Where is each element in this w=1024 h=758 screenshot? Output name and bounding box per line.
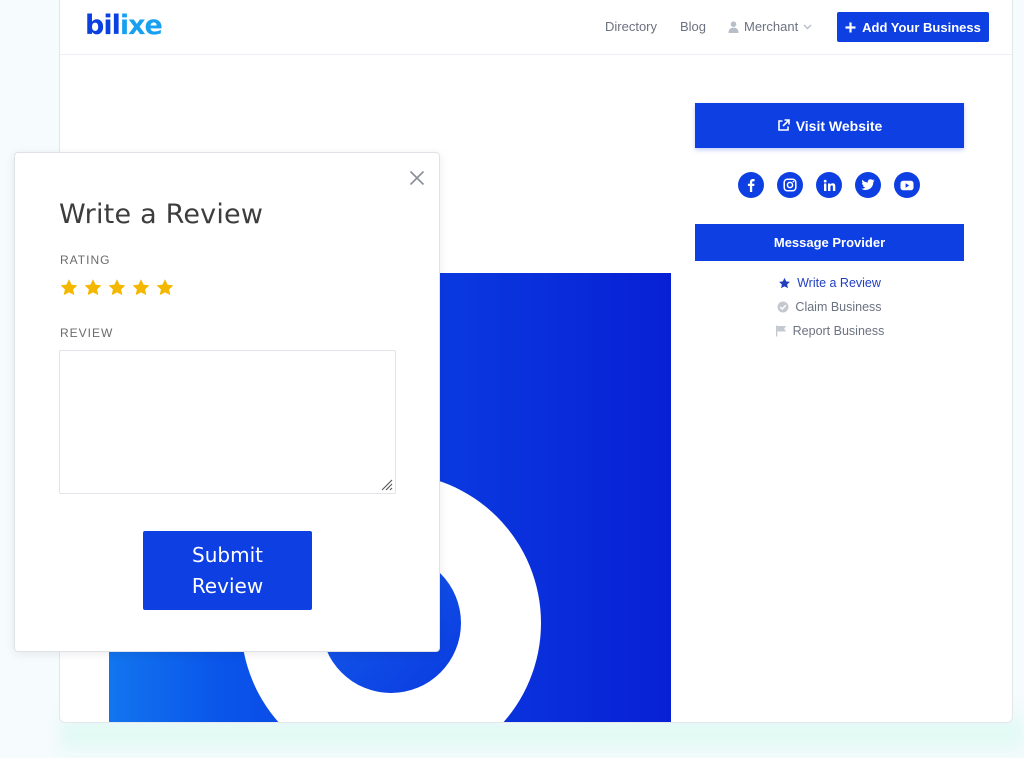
claim-business-link[interactable]: Claim Business bbox=[695, 299, 964, 315]
rating-label: RATING bbox=[60, 253, 111, 267]
facebook-link[interactable] bbox=[738, 172, 764, 198]
site-header: bilixe Directory Blog Merchant Add Your … bbox=[60, 0, 1012, 55]
twitter-icon bbox=[861, 179, 875, 190]
resize-handle-icon[interactable] bbox=[379, 477, 393, 491]
submit-review-label: Submit Review bbox=[191, 542, 264, 598]
report-business-link[interactable]: Report Business bbox=[695, 323, 964, 339]
twitter-link[interactable] bbox=[855, 172, 881, 198]
star-icon[interactable] bbox=[155, 278, 175, 298]
site-logo[interactable]: bilixe bbox=[85, 10, 163, 42]
star-icon[interactable] bbox=[59, 278, 79, 298]
nav-merchant-menu[interactable]: Merchant bbox=[728, 19, 812, 35]
add-your-business-button[interactable]: Add Your Business bbox=[837, 12, 989, 42]
user-icon bbox=[728, 21, 739, 33]
nav-directory-link[interactable]: Directory bbox=[605, 19, 657, 35]
star-icon[interactable] bbox=[131, 278, 151, 298]
write-review-label: Write a Review bbox=[797, 276, 881, 290]
youtube-link[interactable] bbox=[894, 172, 920, 198]
linkedin-icon bbox=[823, 179, 835, 191]
visit-website-label: Visit Website bbox=[795, 117, 883, 134]
youtube-icon bbox=[900, 180, 914, 190]
star-icon[interactable] bbox=[107, 278, 127, 298]
instagram-icon bbox=[783, 178, 797, 192]
linkedin-link[interactable] bbox=[816, 172, 842, 198]
review-textarea[interactable] bbox=[59, 350, 396, 494]
rating-stars[interactable] bbox=[59, 278, 175, 298]
external-link-icon bbox=[777, 119, 790, 131]
social-links bbox=[738, 172, 920, 198]
visit-website-button[interactable]: Visit Website bbox=[695, 103, 964, 148]
message-provider-button[interactable]: Message Provider bbox=[695, 224, 964, 261]
close-icon[interactable] bbox=[408, 169, 426, 187]
write-review-link[interactable]: Write a Review bbox=[695, 275, 964, 291]
facebook-icon bbox=[747, 179, 755, 192]
nav-merchant-label: Merchant bbox=[744, 19, 799, 34]
message-provider-label: Message Provider bbox=[773, 235, 886, 250]
logo-text-accent: ixe bbox=[119, 10, 163, 41]
modal-title: Write a Review bbox=[59, 199, 264, 230]
add-your-business-label: Add Your Business bbox=[862, 19, 981, 35]
check-circle-icon bbox=[777, 301, 789, 313]
chevron-down-icon bbox=[803, 24, 812, 30]
instagram-link[interactable] bbox=[777, 172, 803, 198]
nav-blog-link[interactable]: Blog bbox=[680, 19, 706, 35]
review-label: REVIEW bbox=[60, 326, 114, 340]
write-review-modal: Write a Review RATING REVIEW Submit Revi… bbox=[14, 152, 440, 652]
star-icon bbox=[779, 277, 790, 288]
submit-review-button[interactable]: Submit Review bbox=[143, 531, 312, 610]
flag-icon bbox=[775, 325, 786, 337]
plus-icon bbox=[845, 22, 856, 32]
report-business-label: Report Business bbox=[792, 324, 885, 338]
claim-business-label: Claim Business bbox=[795, 300, 882, 314]
logo-text-main: bil bbox=[85, 10, 121, 41]
star-icon[interactable] bbox=[83, 278, 103, 298]
